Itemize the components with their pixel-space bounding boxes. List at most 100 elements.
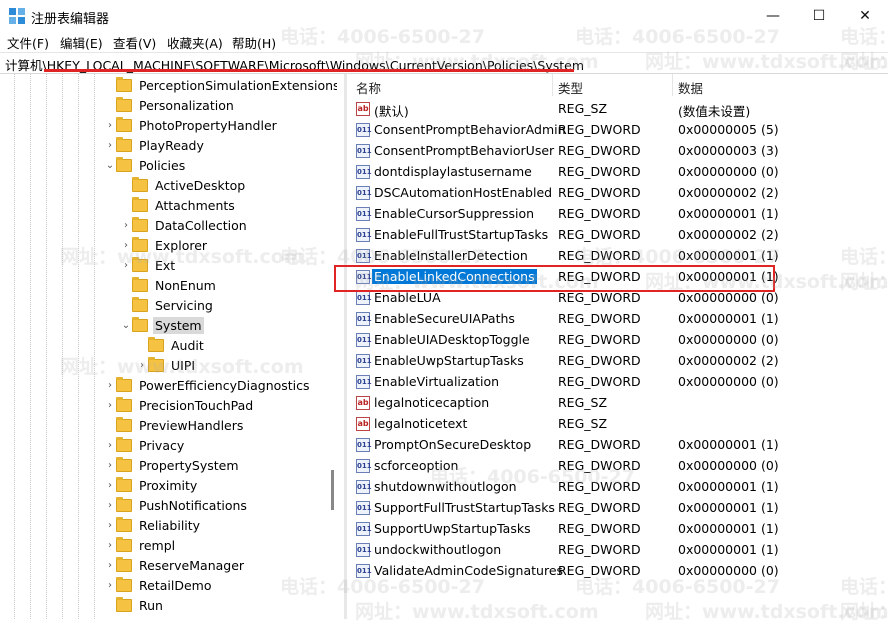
value-data: 0x00000000 (0) xyxy=(678,458,779,473)
value-row[interactable]: ab legalnoticecaption REG_SZ xyxy=(347,393,888,414)
tree-item[interactable]: Attachments xyxy=(120,195,237,215)
value-type: REG_DWORD xyxy=(558,374,641,389)
binary-value-icon: 011 xyxy=(356,186,372,200)
tree-item-label: ActiveDesktop xyxy=(155,177,246,193)
value-data: 0x00000005 (5) xyxy=(678,122,779,137)
tree-item[interactable]: › Reliability xyxy=(104,515,202,535)
value-row[interactable]: 011 EnableFullTrustStartupTasks REG_DWORD 0… xyxy=(347,225,888,246)
minimize-icon: — xyxy=(766,7,780,24)
tree-item[interactable]: › PlayReady xyxy=(104,135,206,155)
tree-item[interactable]: › Ext xyxy=(120,255,177,275)
tree-item[interactable]: › PhotoPropertyHandler xyxy=(104,115,279,135)
chevron-right-icon[interactable]: › xyxy=(104,400,116,411)
tree-item[interactable]: Servicing xyxy=(120,295,215,315)
tree-item-label: RetailDemo xyxy=(139,577,212,593)
expand-down-icon[interactable]: ⌄ xyxy=(120,320,132,331)
column-header-name[interactable]: 名称 xyxy=(356,78,381,97)
tree-item[interactable]: PreviewHandlers xyxy=(104,415,245,435)
chevron-right-icon[interactable]: › xyxy=(104,560,116,571)
value-row[interactable]: 011 scforceoption REG_DWORD 0x00000000 (0) xyxy=(347,456,888,477)
value-row[interactable]: 011 EnableVirtualization REG_DWORD 0x000000… xyxy=(347,372,888,393)
chevron-right-icon[interactable]: › xyxy=(104,440,116,451)
menu-help[interactable]: 帮助(H) xyxy=(232,33,276,52)
tree-item[interactable]: ⌄ System xyxy=(120,315,204,335)
column-divider[interactable] xyxy=(672,74,673,96)
tree-item[interactable]: › PrecisionTouchPad xyxy=(104,395,255,415)
tree-item[interactable]: Personalization xyxy=(104,95,236,115)
menu-favorites[interactable]: 收藏夹(A) xyxy=(167,33,223,52)
tree-item[interactable]: › PropertySystem xyxy=(104,455,241,475)
tree-item[interactable]: › RetailDemo xyxy=(104,575,213,595)
menu-edit[interactable]: 编辑(E) xyxy=(60,33,103,52)
close-button[interactable]: ✕ xyxy=(842,0,888,31)
value-row[interactable]: 011 undockwithoutlogon REG_DWORD 0x00000001… xyxy=(347,540,888,561)
value-row[interactable]: 011 EnableCursorSuppression REG_DWORD 0x000… xyxy=(347,204,888,225)
value-row[interactable]: ab legalnoticetext REG_SZ xyxy=(347,414,888,435)
tree-item[interactable]: Audit xyxy=(136,335,206,355)
binary-value-icon: 011 xyxy=(356,333,372,347)
value-data: (数值未设置) xyxy=(678,104,751,119)
maximize-button[interactable]: ☐ xyxy=(796,0,842,31)
folder-icon xyxy=(116,436,132,452)
tree-item[interactable]: NonEnum xyxy=(120,275,218,295)
column-header-data[interactable]: 数据 xyxy=(678,78,703,97)
tree-item[interactable]: › rempl xyxy=(104,535,177,555)
value-row[interactable]: 011 ValidateAdminCodeSignatures REG_DWORD 0… xyxy=(347,561,888,582)
tree-item[interactable]: › UIPI xyxy=(136,355,197,375)
tree-item[interactable]: ⌄ Policies xyxy=(104,155,187,175)
chevron-right-icon[interactable]: › xyxy=(104,120,116,131)
tree-item[interactable]: › PowerEfficiencyDiagnostics xyxy=(104,375,312,395)
minimize-button[interactable]: — xyxy=(750,0,796,31)
tree-item[interactable]: PerceptionSimulationExtensions xyxy=(104,75,337,95)
chevron-right-icon[interactable]: › xyxy=(104,540,116,551)
chevron-right-icon[interactable]: › xyxy=(104,480,116,491)
expand-down-icon[interactable]: ⌄ xyxy=(104,160,116,171)
tree-item[interactable]: ActiveDesktop xyxy=(120,175,247,195)
value-type: REG_DWORD xyxy=(558,311,641,326)
value-row[interactable]: 011 DSCAutomationHostEnabled REG_DWORD 0x00… xyxy=(347,183,888,204)
tree-item[interactable]: › DataCollection xyxy=(120,215,249,235)
tree-item[interactable]: Run xyxy=(104,595,165,615)
menu-view[interactable]: 查看(V) xyxy=(113,33,156,52)
tree-scrollbar-thumb[interactable] xyxy=(331,470,334,510)
chevron-right-icon[interactable]: › xyxy=(104,460,116,471)
tree-item[interactable]: › Privacy xyxy=(104,435,186,455)
chevron-right-icon[interactable]: › xyxy=(120,220,132,231)
value-list-pane[interactable]: 名称 类型 数据 ab (默认) REG_SZ (数值未设置) 011 ConsentPr… xyxy=(347,74,888,619)
menu-file[interactable]: 文件(F) xyxy=(7,33,49,52)
value-row[interactable]: ab (默认) REG_SZ (数值未设置) xyxy=(347,99,888,120)
tree-item[interactable]: › Proximity xyxy=(104,475,199,495)
tree-item[interactable]: › Explorer xyxy=(120,235,209,255)
value-row[interactable]: 011 SupportUwpStartupTasks REG_DWORD 0x0000… xyxy=(347,519,888,540)
chevron-right-icon[interactable]: › xyxy=(104,520,116,531)
folder-icon xyxy=(132,296,148,312)
tree-item[interactable]: › ReserveManager xyxy=(104,555,246,575)
value-row[interactable]: 011 EnableInstallerDetection REG_DWORD 0x00… xyxy=(347,246,888,267)
chevron-right-icon[interactable]: › xyxy=(120,260,132,271)
value-row[interactable]: 011 EnableSecureUIAPaths REG_DWORD 0x000000… xyxy=(347,309,888,330)
chevron-right-icon[interactable]: › xyxy=(104,140,116,151)
value-row[interactable]: 011 EnableUwpStartupTasks REG_DWORD 0x00000… xyxy=(347,351,888,372)
tree-item[interactable]: › PushNotifications xyxy=(104,495,249,515)
chevron-right-icon[interactable]: › xyxy=(104,580,116,591)
column-divider[interactable] xyxy=(552,74,553,96)
value-row[interactable]: 011 ConsentPromptBehaviorUser REG_DWORD 0x0… xyxy=(347,141,888,162)
value-type: REG_DWORD xyxy=(558,290,641,305)
value-name: EnableInstallerDetection xyxy=(374,248,528,263)
folder-icon xyxy=(132,236,148,252)
chevron-right-icon[interactable]: › xyxy=(136,360,148,371)
key-tree-pane[interactable]: PerceptionSimulationExtensions Personaliz… xyxy=(0,74,337,619)
value-data: 0x00000001 (1) xyxy=(678,500,779,515)
value-name: ValidateAdminCodeSignatures xyxy=(374,563,564,578)
value-row[interactable]: 011 shutdownwithoutlogon REG_DWORD 0x000000… xyxy=(347,477,888,498)
value-row[interactable]: 011 dontdisplaylastusername REG_DWORD 0x000… xyxy=(347,162,888,183)
chevron-right-icon[interactable]: › xyxy=(104,380,116,391)
chevron-right-icon[interactable]: › xyxy=(120,240,132,251)
value-row[interactable]: 011 SupportFullTrustStartupTasks REG_DWORD… xyxy=(347,498,888,519)
value-row[interactable]: 011 ConsentPromptBehaviorAdmin REG_DWORD 0x… xyxy=(347,120,888,141)
tree-item-label: PlayReady xyxy=(139,137,204,153)
value-row[interactable]: 011 EnableUIADesktopToggle REG_DWORD 0x0000… xyxy=(347,330,888,351)
column-header-type[interactable]: 类型 xyxy=(558,78,583,97)
value-row[interactable]: 011 PromptOnSecureDesktop REG_DWORD 0x00000… xyxy=(347,435,888,456)
chevron-right-icon[interactable]: › xyxy=(104,500,116,511)
